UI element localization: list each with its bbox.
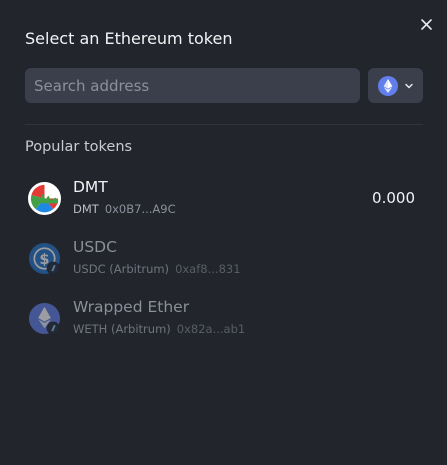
- token-address: 0x82a...ab1: [176, 322, 246, 336]
- chevron-down-icon: [404, 83, 413, 88]
- token-name: Wrapped Ether: [73, 298, 190, 316]
- token-row-dmt[interactable]: DMT DMT 0x0B7...A9C 0.000: [14, 171, 433, 227]
- token-row-usdc[interactable]: $ USDC USDC (Arbitrum) 0xaf8...831: [14, 231, 433, 287]
- token-select-modal: Select an Ethereum token Popular tokens: [0, 0, 447, 465]
- token-name: DMT: [73, 178, 108, 196]
- token-row-weth[interactable]: Wrapped Ether WETH (Arbitrum) 0x82a...ab1: [14, 291, 433, 347]
- token-symbol: DMT: [73, 202, 99, 216]
- modal-title: Select an Ethereum token: [25, 29, 233, 48]
- dmt-token-icon: [28, 182, 61, 215]
- close-icon: [420, 18, 432, 30]
- search-input[interactable]: [25, 68, 360, 103]
- token-subtitle: WETH (Arbitrum) 0x82a...ab1: [73, 322, 245, 336]
- usdc-token-icon: $: [28, 242, 61, 275]
- close-button[interactable]: [417, 15, 435, 33]
- divider: [25, 124, 423, 125]
- token-subtitle: USDC (Arbitrum) 0xaf8...831: [73, 262, 241, 276]
- token-symbol: WETH (Arbitrum): [73, 322, 171, 336]
- token-subtitle: DMT 0x0B7...A9C: [73, 202, 176, 216]
- weth-token-icon: [28, 302, 61, 335]
- token-balance: 0.000: [372, 189, 415, 207]
- token-symbol: USDC (Arbitrum): [73, 262, 170, 276]
- token-address: 0x0B7...A9C: [104, 202, 176, 216]
- network-selector-button[interactable]: [368, 68, 423, 103]
- token-address: 0xaf8...831: [175, 262, 241, 276]
- token-name: USDC: [73, 238, 117, 256]
- popular-tokens-heading: Popular tokens: [25, 139, 133, 155]
- ethereum-icon: [377, 75, 398, 96]
